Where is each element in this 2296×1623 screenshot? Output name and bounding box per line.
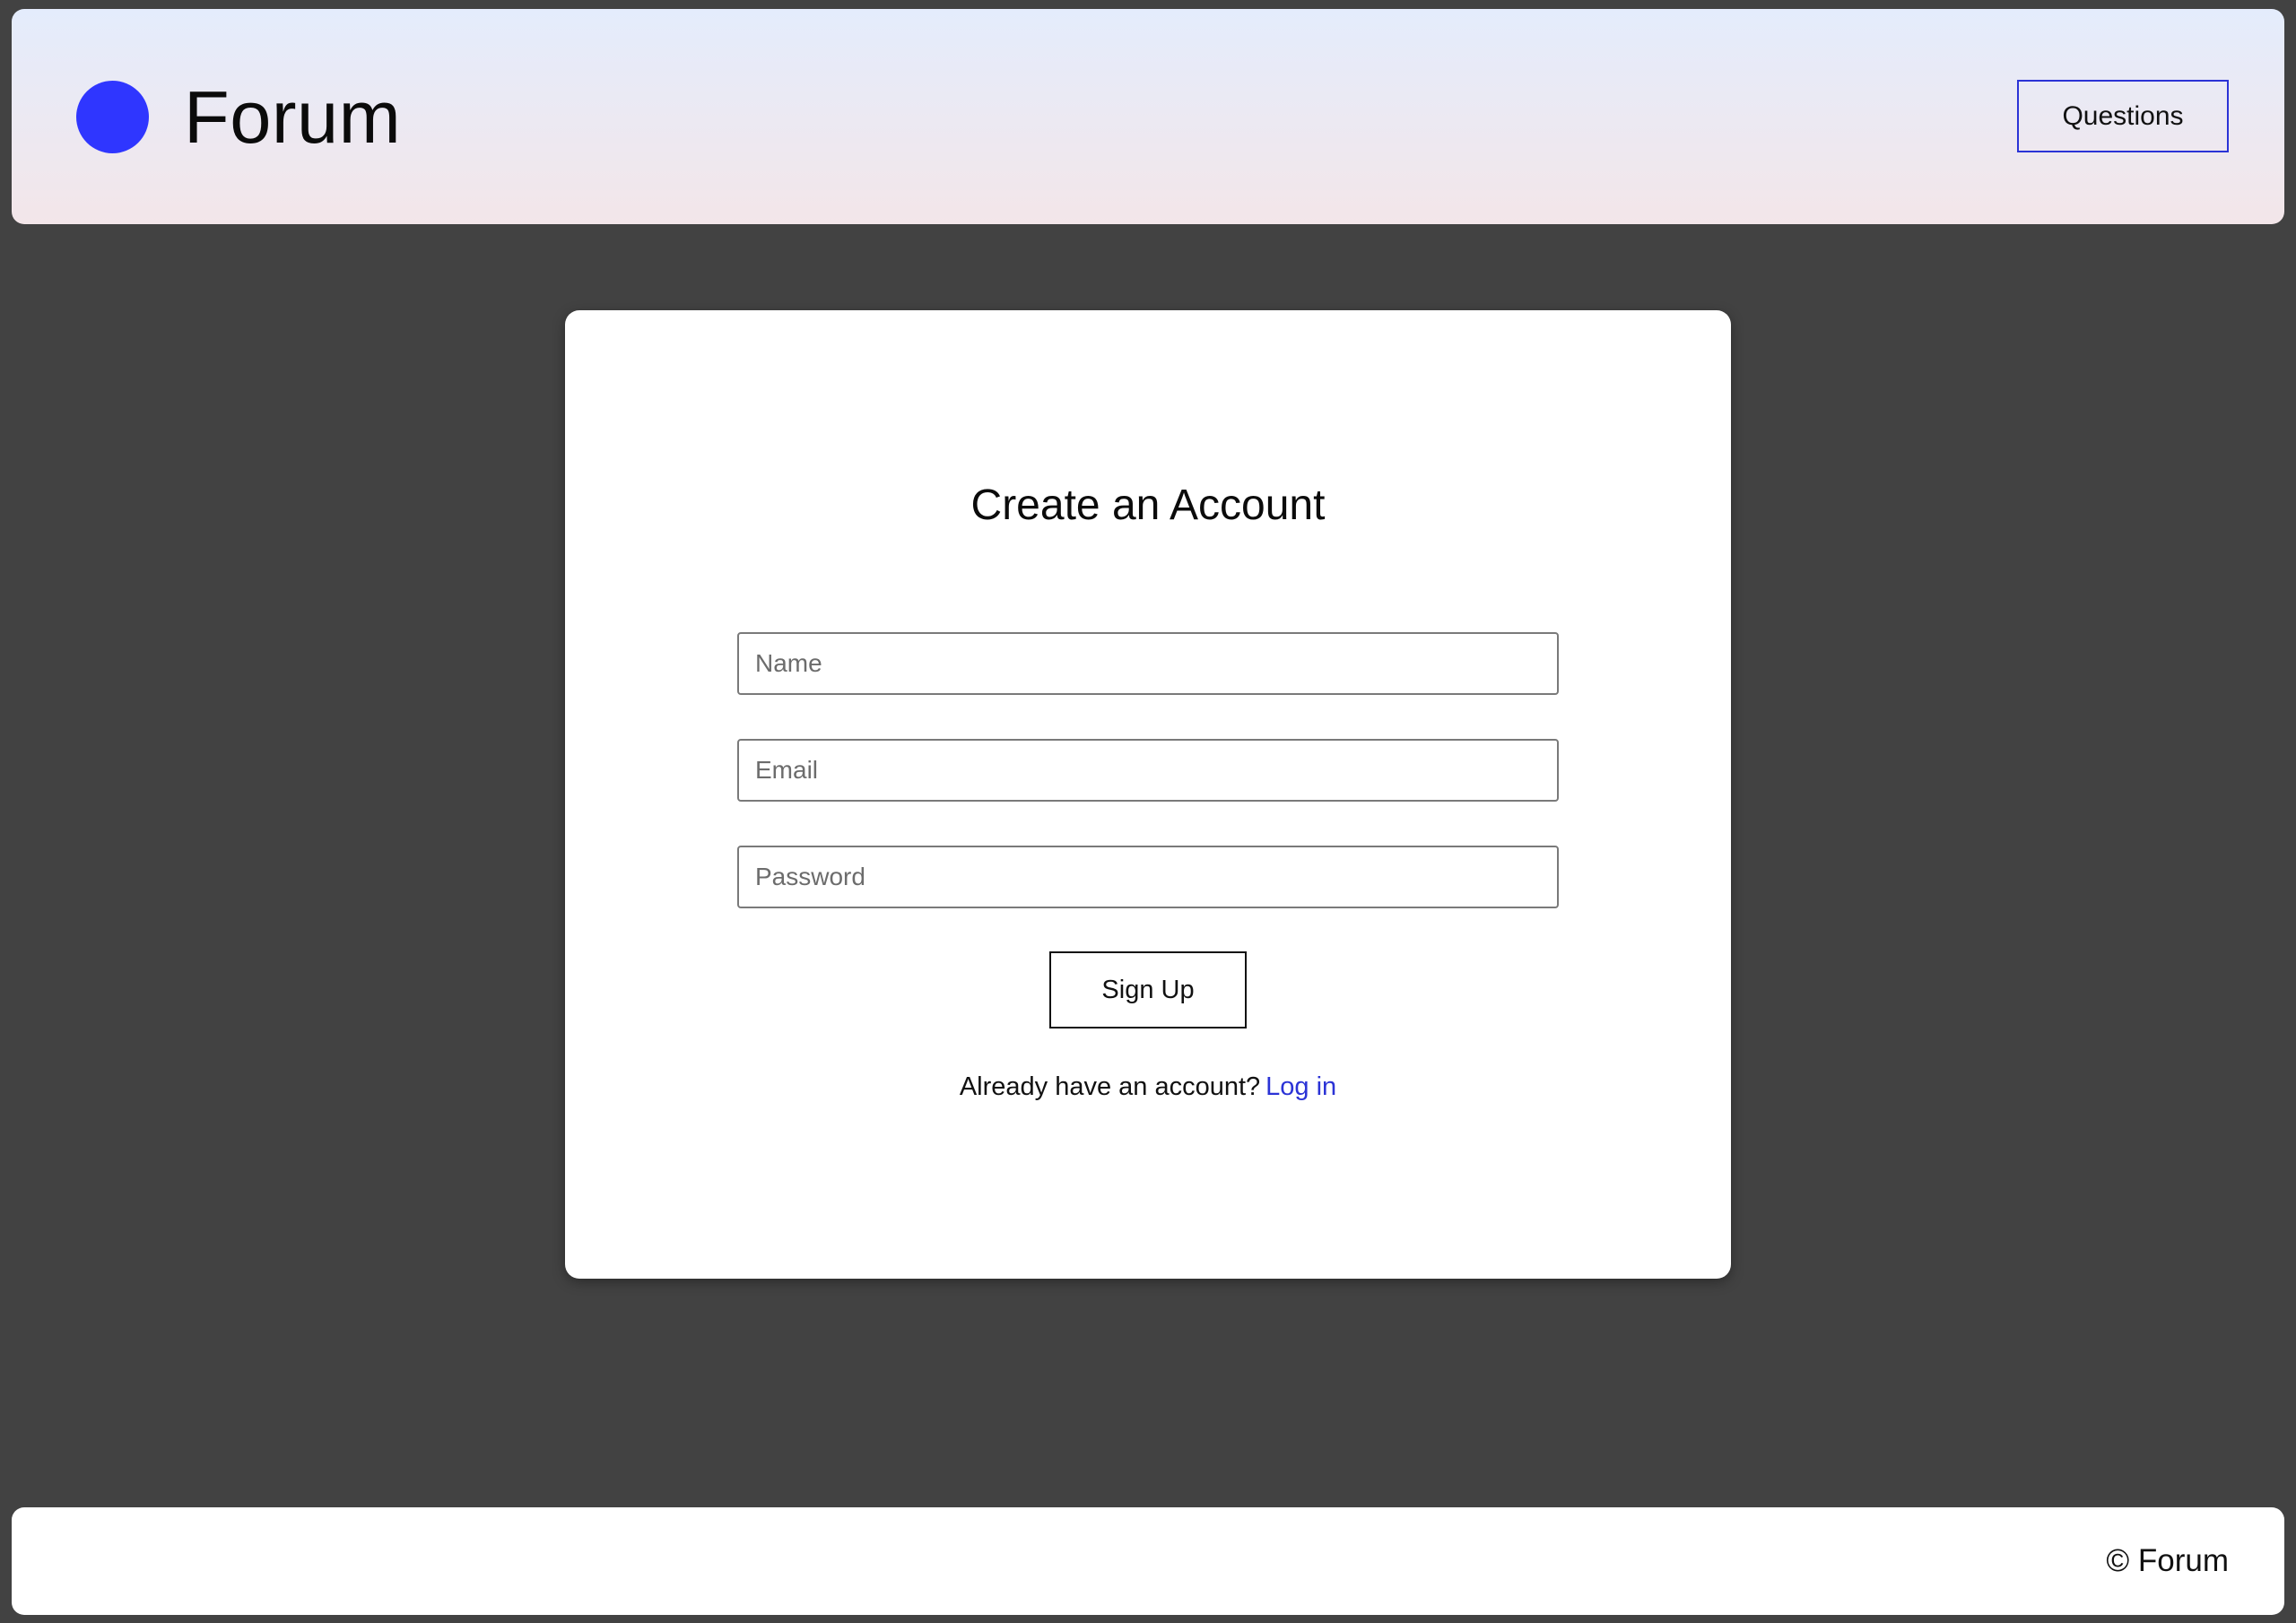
page-title: Create an Account xyxy=(970,482,1326,529)
log-in-link[interactable]: Log in xyxy=(1265,1072,1336,1101)
password-input[interactable] xyxy=(737,846,1559,908)
questions-button[interactable]: Questions xyxy=(2017,80,2229,152)
footer-copyright: © Forum xyxy=(2106,1543,2229,1578)
name-input[interactable] xyxy=(737,632,1559,695)
brand-name[interactable]: Forum xyxy=(184,79,401,156)
site-header: Forum Questions xyxy=(12,9,2284,224)
login-prompt-text: Already have an account? xyxy=(959,1072,1261,1101)
logo-circle-icon[interactable] xyxy=(76,81,149,153)
page: Forum Questions Create an Account Sign U… xyxy=(0,0,2296,1623)
login-prompt-row: Already have an account? Log in xyxy=(565,1071,1731,1103)
email-input[interactable] xyxy=(737,739,1559,802)
signup-card: Create an Account Sign Up Already have a… xyxy=(565,310,1731,1279)
sign-up-button[interactable]: Sign Up xyxy=(1049,951,1247,1028)
site-footer: © Forum xyxy=(12,1507,2284,1615)
